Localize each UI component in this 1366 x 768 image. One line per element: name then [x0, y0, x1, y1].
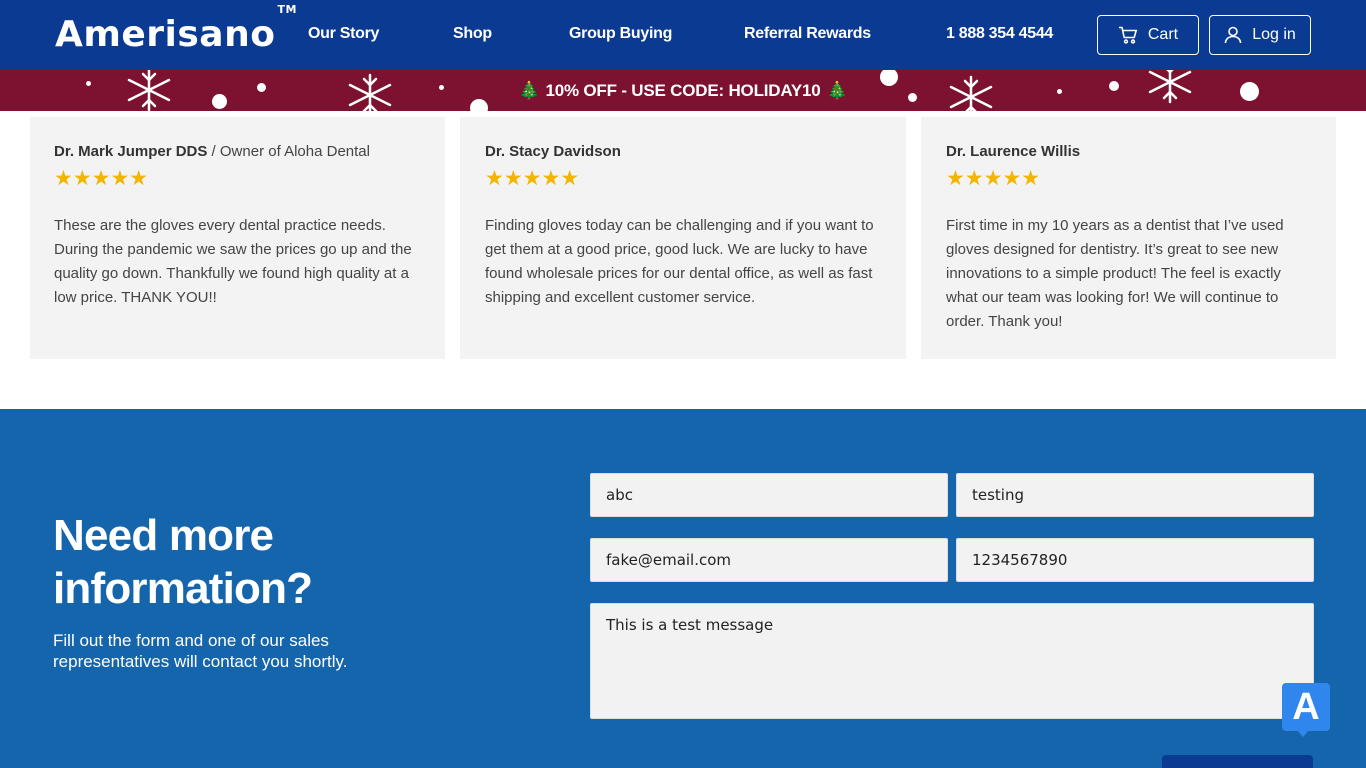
logo-trademark: TM — [277, 3, 297, 16]
nav-our-story[interactable]: Our Story — [308, 25, 379, 43]
nav-group-buying[interactable]: Group Buying — [569, 25, 672, 43]
reviewer-title: / Owner of Aloha Dental — [207, 143, 370, 160]
nav-referral-rewards[interactable]: Referral Rewards — [744, 25, 871, 43]
star-rating: ★★★★★ — [946, 168, 1312, 190]
review-card: Dr. Laurence Willis ★★★★★ First time in … — [921, 117, 1336, 359]
nav-shop[interactable]: Shop — [453, 25, 492, 43]
user-icon — [1224, 26, 1242, 44]
promo-code-label: 10% OFF - USE CODE: HOLIDAY10 — [545, 80, 821, 100]
first-name-field[interactable]: abc — [590, 473, 948, 517]
accessibility-widget-button[interactable]: A — [1282, 683, 1330, 737]
last-name-field[interactable]: testing — [956, 473, 1314, 517]
review-text: Finding gloves today can be challenging … — [485, 217, 874, 306]
star-rating: ★★★★★ — [485, 168, 882, 190]
review-text: These are the gloves every dental practi… — [54, 217, 412, 306]
contact-section: Need more information? Fill out the form… — [0, 409, 1366, 768]
reviewer: Dr. Laurence Willis — [946, 143, 1312, 160]
review-text: First time in my 10 years as a dentist t… — [946, 217, 1284, 330]
widget-label: A — [1292, 685, 1320, 728]
reviewer: Dr. Stacy Davidson — [485, 143, 882, 160]
reviewer: Dr. Mark Jumper DDS / Owner of Aloha Den… — [54, 143, 421, 160]
login-label: Log in — [1252, 26, 1296, 43]
promo-text: 🎄 10% OFF - USE CODE: HOLIDAY10 🎄 — [0, 70, 1366, 111]
contact-heading: Need more information? — [53, 511, 313, 613]
reviewer-name: Dr. Mark Jumper DDS — [54, 143, 208, 160]
cart-icon — [1118, 26, 1138, 44]
star-icons: ★★★★★ — [485, 167, 580, 190]
login-button[interactable]: Log in — [1209, 15, 1311, 55]
cart-label: Cart — [1147, 26, 1179, 43]
review-card: Dr. Mark Jumper DDS / Owner of Aloha Den… — [30, 117, 445, 359]
message-field[interactable]: This is a test message — [590, 603, 1314, 719]
logo-text: Amerisano — [55, 14, 276, 55]
phone-link[interactable]: 1 888 354 4544 — [946, 25, 1053, 43]
logo[interactable]: AmerisanoTM — [55, 3, 297, 55]
site-header: AmerisanoTM Our Story Shop Group Buying … — [0, 0, 1366, 70]
promo-banner: 🎄 10% OFF - USE CODE: HOLIDAY10 🎄 — [0, 70, 1366, 111]
star-rating: ★★★★★ — [54, 168, 421, 190]
cart-button[interactable]: Cart — [1097, 15, 1199, 55]
tree-icon: 🎄 — [826, 80, 848, 100]
submit-button[interactable] — [1162, 755, 1313, 768]
reviewer-name: Dr. Stacy Davidson — [485, 143, 621, 160]
email-field[interactable]: fake@email.com — [590, 538, 948, 582]
review-card: Dr. Stacy Davidson ★★★★★ Finding gloves … — [460, 117, 906, 359]
tree-icon: 🎄 — [518, 80, 540, 100]
star-icons: ★★★★★ — [54, 167, 149, 190]
contact-subtext: Fill out the form and one of our sales r… — [53, 631, 348, 671]
reviewer-name: Dr. Laurence Willis — [946, 143, 1081, 160]
star-icons: ★★★★★ — [946, 167, 1041, 190]
phone-field[interactable]: 1234567890 — [956, 538, 1314, 582]
